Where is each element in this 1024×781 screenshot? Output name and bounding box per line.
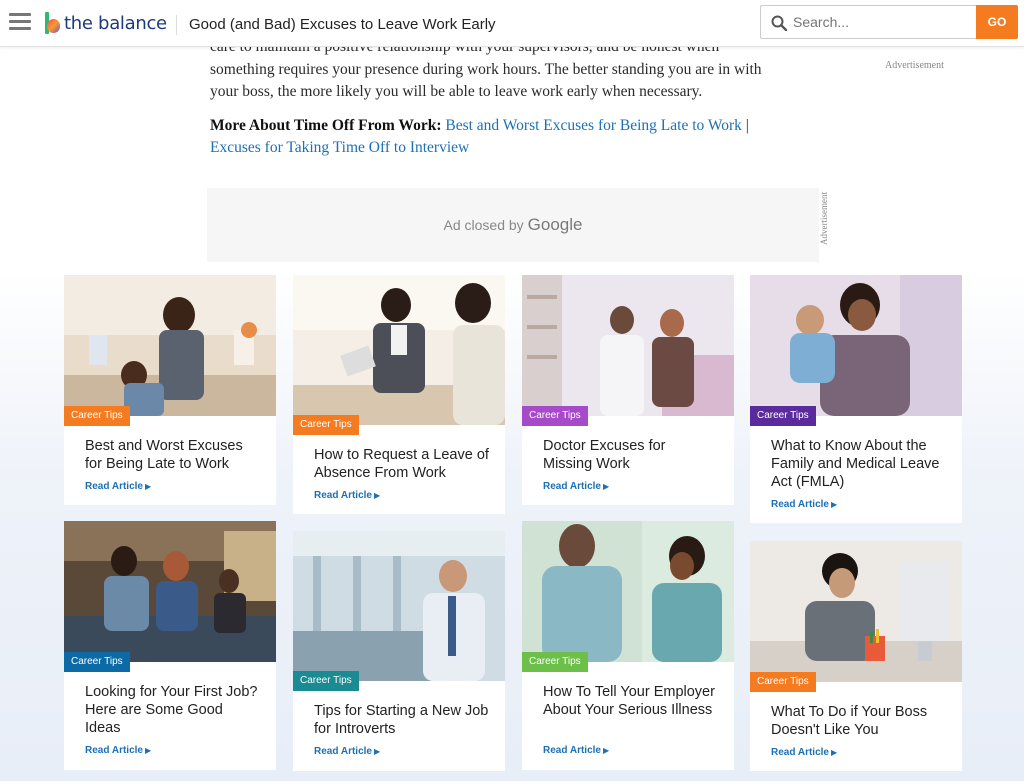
search-go-button[interactable]: GO — [976, 5, 1018, 39]
article-thumbnail — [293, 531, 505, 681]
read-article-link[interactable]: Read Article ▶ — [85, 481, 151, 492]
article-body: care to maintain a positive relationship… — [210, 36, 770, 171]
link-late-to-work[interactable]: Best and Worst Excuses for Being Late to… — [445, 117, 742, 134]
article-thumbnail — [64, 521, 276, 662]
arrow-right-icon: ▶ — [373, 747, 381, 756]
arrow-right-icon: ▶ — [144, 482, 152, 491]
link-separator: | — [745, 116, 749, 134]
arrow-right-icon: ▶ — [144, 746, 152, 755]
article-thumbnail — [522, 275, 734, 416]
card-title[interactable]: Doctor Excuses for Missing Work — [543, 437, 718, 473]
search-input[interactable] — [793, 6, 973, 38]
google-brand-text: Google — [527, 215, 583, 234]
category-tag[interactable]: Career Tips — [522, 652, 588, 672]
card-title[interactable]: What to Know About the Family and Medica… — [771, 437, 946, 491]
ad-closed-text: Ad closed by — [443, 217, 524, 233]
top-header: the balance Good (and Bad) Excuses to Le… — [0, 0, 1024, 47]
menu-icon[interactable] — [9, 13, 31, 31]
read-article-label: Read Article — [85, 481, 143, 492]
article-card[interactable]: Career Tips What To Do if Your Boss Does… — [750, 541, 962, 771]
card-title[interactable]: Looking for Your First Job? Here are Som… — [85, 683, 260, 737]
read-article-link[interactable]: Read Article ▶ — [314, 746, 380, 757]
article-thumbnail — [293, 275, 505, 425]
card-title[interactable]: What To Do if Your Boss Doesn't Like You — [771, 703, 946, 739]
search-box[interactable] — [760, 5, 976, 39]
search-icon — [771, 15, 787, 31]
category-tag[interactable]: Career Tips — [293, 671, 359, 691]
card-title[interactable]: How to Request a Leave of Absence From W… — [314, 446, 489, 482]
page-title: Good (and Bad) Excuses to Leave Work Ear… — [189, 16, 496, 33]
category-tag[interactable]: Career Tips — [64, 652, 130, 672]
article-card[interactable]: Career Tips What to Know About the Famil… — [750, 275, 962, 523]
category-tag[interactable]: Career Tips — [293, 415, 359, 435]
more-about-links: More About Time Off From Work: Best and … — [210, 115, 770, 160]
read-article-label: Read Article — [314, 746, 372, 757]
ad-vertical-label: Advertisement — [819, 192, 829, 245]
category-tag[interactable]: Career Tips — [750, 406, 816, 426]
logo-icon — [45, 12, 60, 34]
read-article-link[interactable]: Read Article ▶ — [543, 745, 609, 756]
read-article-label: Read Article — [85, 745, 143, 756]
article-thumbnail — [750, 275, 962, 416]
category-tag[interactable]: Career Tips — [522, 406, 588, 426]
article-card[interactable]: Career Tips How To Tell Your Employer Ab… — [522, 521, 734, 770]
read-article-label: Read Article — [543, 481, 601, 492]
article-thumbnail — [750, 541, 962, 682]
read-article-label: Read Article — [543, 745, 601, 756]
arrow-right-icon: ▶ — [602, 746, 610, 755]
side-ad-label: Advertisement — [885, 60, 944, 71]
more-about-label: More About Time Off From Work: — [210, 116, 442, 134]
card-title[interactable]: How To Tell Your Employer About Your Ser… — [543, 683, 718, 719]
article-thumbnail — [522, 521, 734, 662]
card-title[interactable]: Tips for Starting a New Job for Introver… — [314, 702, 489, 738]
read-article-link[interactable]: Read Article ▶ — [771, 747, 837, 758]
category-tag[interactable]: Career Tips — [750, 672, 816, 692]
arrow-right-icon: ▶ — [830, 748, 838, 757]
arrow-right-icon: ▶ — [602, 482, 610, 491]
read-article-link[interactable]: Read Article ▶ — [543, 481, 609, 492]
read-article-label: Read Article — [771, 747, 829, 758]
card-title[interactable]: Best and Worst Excuses for Being Late to… — [85, 437, 260, 473]
arrow-right-icon: ▶ — [830, 500, 838, 509]
site-logo[interactable]: the balance — [45, 10, 167, 36]
read-article-label: Read Article — [771, 499, 829, 510]
article-card[interactable]: Career Tips How to Request a Leave of Ab… — [293, 275, 505, 514]
article-thumbnail — [64, 275, 276, 416]
article-card[interactable]: Career Tips Looking for Your First Job? … — [64, 521, 276, 770]
article-card[interactable]: Career Tips Doctor Excuses for Missing W… — [522, 275, 734, 505]
read-article-link[interactable]: Read Article ▶ — [771, 499, 837, 510]
closed-ad-box: Ad closed by Google — [207, 188, 819, 262]
link-time-off-interview[interactable]: Excuses for Taking Time Off to Interview — [210, 139, 469, 156]
header-divider — [176, 15, 177, 35]
article-card[interactable]: Career Tips Tips for Starting a New Job … — [293, 531, 505, 771]
read-article-label: Read Article — [314, 490, 372, 501]
logo-text: the balance — [64, 12, 167, 34]
arrow-right-icon: ▶ — [373, 491, 381, 500]
read-article-link[interactable]: Read Article ▶ — [85, 745, 151, 756]
category-tag[interactable]: Career Tips — [64, 406, 130, 426]
read-article-link[interactable]: Read Article ▶ — [314, 490, 380, 501]
article-card[interactable]: Career Tips Best and Worst Excuses for B… — [64, 275, 276, 505]
